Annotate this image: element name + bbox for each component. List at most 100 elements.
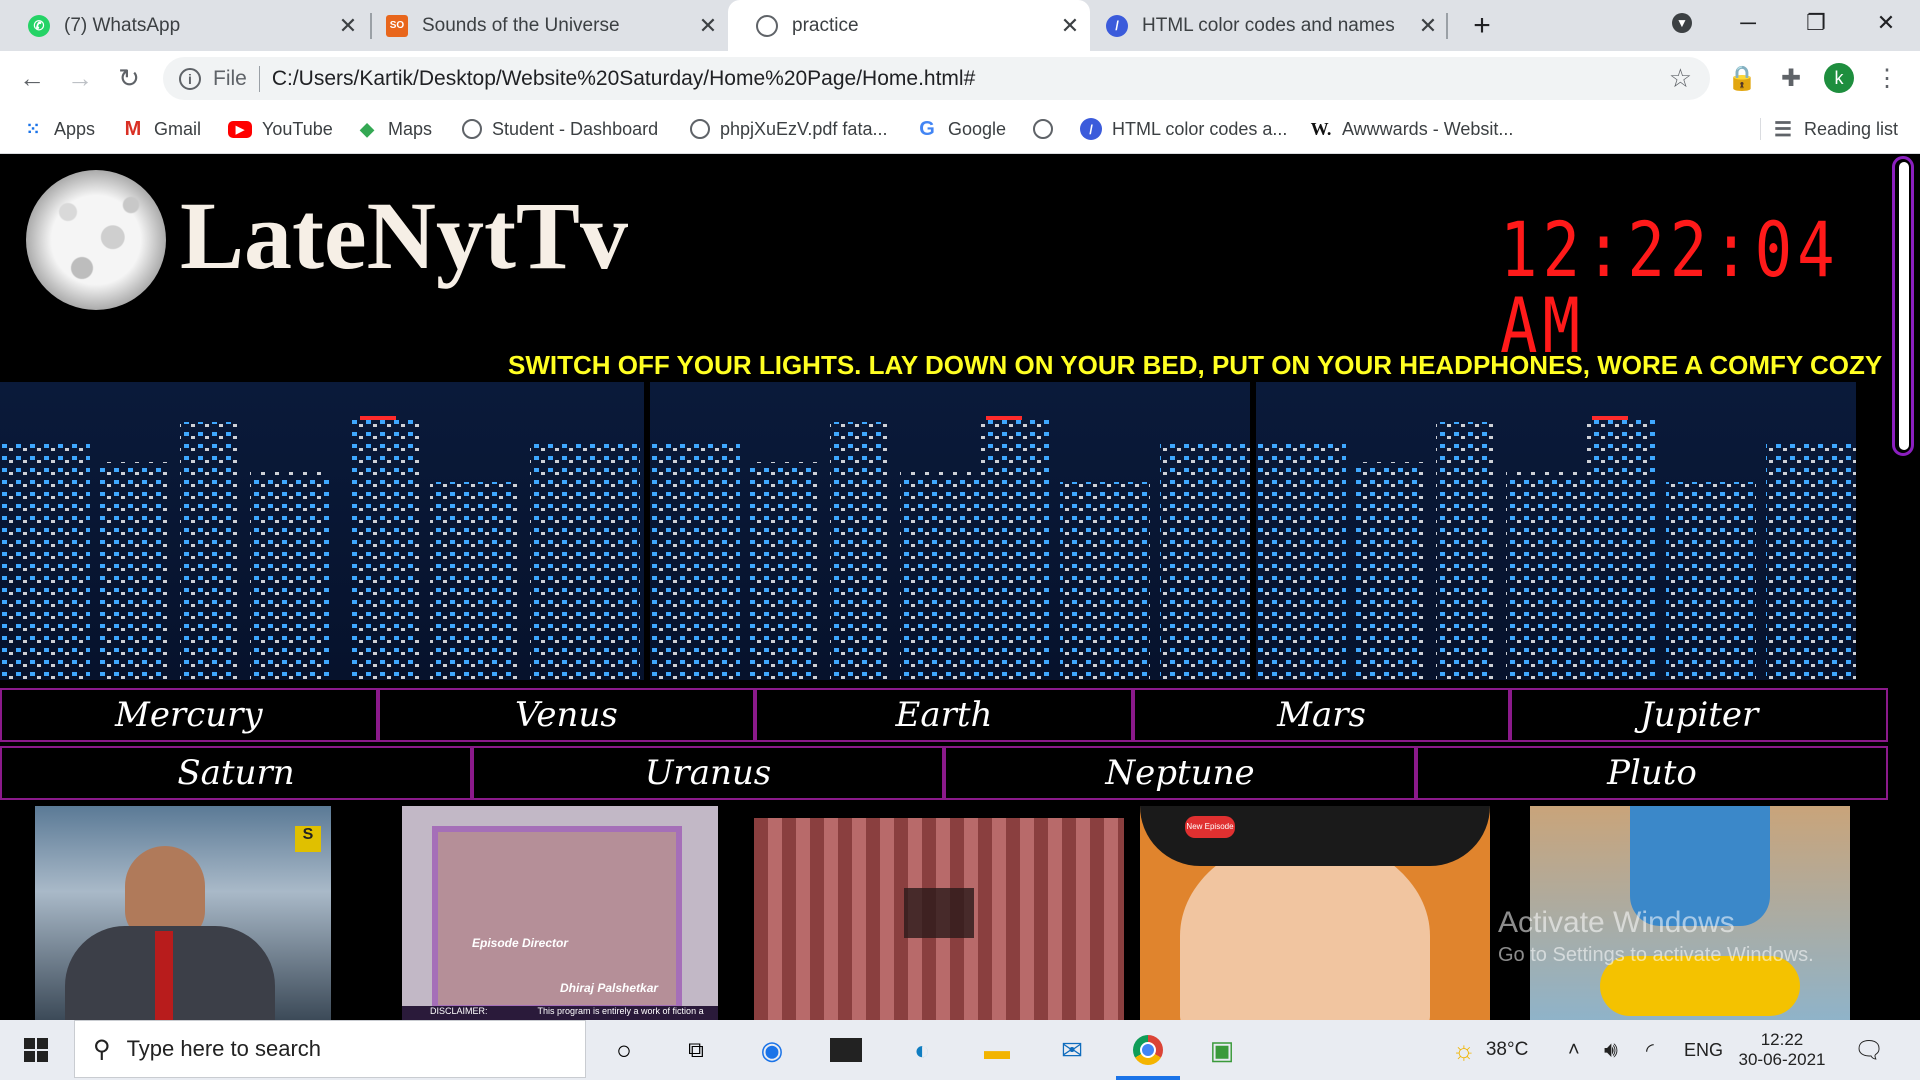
reload-button[interactable]: ↻	[110, 59, 148, 97]
clock-tray[interactable]: 12:22 30-06-2021	[1730, 1020, 1834, 1080]
file-explorer-icon[interactable]: ▬	[965, 1020, 1029, 1080]
chevron-down-icon: ▼	[1672, 13, 1692, 33]
nav-jupiter[interactable]: Jupiter	[1510, 688, 1888, 742]
nav-saturn[interactable]: Saturn	[0, 746, 472, 800]
search-icon: ⚲	[93, 1035, 111, 1063]
tab-html-color-codes[interactable]: / HTML color codes and names ✕	[1092, 0, 1448, 51]
tray-time: 12:22	[1760, 1030, 1804, 1049]
edge-icon[interactable]: ◐	[890, 1020, 954, 1080]
bookmark-label: Maps	[388, 118, 433, 139]
bookmark-label: Student - Dashboard	[492, 118, 659, 139]
scheme-label: File	[213, 66, 247, 90]
profile-avatar[interactable]: k	[1820, 59, 1858, 97]
task-view-icon[interactable]: ⧉	[664, 1020, 728, 1080]
activate-windows-watermark: Activate Windows Go to Settings to activ…	[1498, 906, 1814, 967]
bookmark-label: Google	[948, 118, 1007, 139]
nav-neptune[interactable]: Neptune	[944, 746, 1416, 800]
restore-button[interactable]: ❐	[1786, 0, 1846, 46]
show-thumbnail-1[interactable]: S	[35, 806, 331, 1020]
weather-widget[interactable]: ☼ 38°C	[1452, 1020, 1528, 1080]
credit-line-1: Episode Director	[472, 936, 569, 950]
search-placeholder: Type here to search	[126, 1036, 322, 1061]
bookmark-maps[interactable]: ◆ Maps	[356, 104, 432, 154]
close-icon[interactable]: ✕	[1050, 13, 1090, 39]
nav-uranus[interactable]: Uranus	[472, 746, 944, 800]
weather-sun-icon: ☼	[1452, 1034, 1476, 1065]
mysql-icon[interactable]	[814, 1020, 878, 1080]
mail-icon[interactable]: ✉	[1040, 1020, 1104, 1080]
chrome-center	[1140, 1042, 1156, 1058]
tab-whatsapp[interactable]: ✆ (7) WhatsApp ✕	[0, 0, 368, 51]
nav-venus[interactable]: Venus	[377, 688, 756, 742]
extensions-puzzle-icon[interactable]: ✚	[1772, 59, 1810, 97]
show-thumbnail-3[interactable]	[754, 818, 1124, 1020]
bookmark-student-dashboard[interactable]: Student - Dashboard	[462, 104, 658, 154]
marquee-text: SWITCH OFF YOUR LIGHTS. LAY DOWN ON YOUR…	[508, 350, 1888, 380]
chrome-icon[interactable]	[1116, 1020, 1180, 1080]
show-hidden-icons-button[interactable]: ˄	[1568, 1020, 1580, 1080]
moon-logo	[26, 170, 166, 310]
nav-mercury[interactable]: Mercury	[0, 688, 378, 742]
reading-list-button[interactable]: ☰ Reading list	[1772, 104, 1898, 154]
close-icon[interactable]: ✕	[688, 13, 728, 39]
bookmark-label: phpjXuEzV.pdf fata...	[720, 118, 888, 139]
awwwards-icon: W.	[1310, 118, 1332, 139]
bookmark-awwwards[interactable]: W. Awwwards - Websit...	[1310, 104, 1514, 154]
start-button[interactable]	[4, 1020, 68, 1080]
bookmark-gmail[interactable]: M Gmail	[122, 104, 201, 154]
bookmark-label: Gmail	[154, 118, 202, 139]
nav-pluto[interactable]: Pluto	[1416, 746, 1888, 800]
notification-icon[interactable]: 🗨︎	[1854, 1020, 1884, 1080]
reading-list-label: Reading list	[1804, 118, 1899, 139]
terminal-shape	[830, 1038, 862, 1062]
bookmark-apps[interactable]: ⁙ Apps	[22, 104, 95, 154]
back-button[interactable]: ←	[13, 59, 51, 97]
bookmark-google[interactable]: G Google	[916, 104, 1006, 154]
tab-title: HTML color codes and names	[1142, 14, 1395, 36]
close-icon[interactable]: ✕	[1408, 13, 1448, 39]
credit-line-2: Dhiraj Palshetkar	[560, 981, 659, 995]
minimize-button[interactable]: ─	[1718, 0, 1778, 46]
city-banner-1	[0, 382, 644, 680]
app-icon-green[interactable]: ▣	[1190, 1020, 1254, 1080]
show-thumbnail-2[interactable]: Episode Director Dhiraj Palshetkar DISCL…	[402, 806, 718, 1020]
bookmark-html-color-codes[interactable]: / HTML color codes a...	[1080, 104, 1287, 154]
tab-sounds-of-the-universe[interactable]: SO Sounds of the Universe ✕	[362, 0, 728, 51]
title-card	[904, 888, 974, 938]
new-tab-button[interactable]: +	[1452, 3, 1512, 49]
close-window-button[interactable]: ✕	[1856, 0, 1916, 46]
tab-separator	[1446, 13, 1448, 39]
tab-practice[interactable]: practice ✕	[728, 0, 1090, 51]
url-text[interactable]: C:/Users/Kartik/Desktop/Website%20Saturd…	[272, 67, 975, 91]
disclaimer-bar: DISCLAIMER: This program is entirely a w…	[402, 1006, 718, 1020]
chrome-logo	[1133, 1035, 1163, 1065]
bookmark-pdf[interactable]: phpjXuEzV.pdf fata...	[690, 104, 887, 154]
scrollbar-thumb[interactable]	[1899, 162, 1909, 450]
taskbar-search[interactable]: ⚲ Type here to search	[74, 1020, 586, 1078]
city-skyline-image	[1256, 416, 1856, 680]
cortana-icon[interactable]: ○	[592, 1020, 656, 1080]
tray-date: 30-06-2021	[1738, 1050, 1826, 1069]
address-bar[interactable]: i File C:/Users/Kartik/Desktop/Website%2…	[163, 57, 1710, 100]
nav-earth[interactable]: Earth	[755, 688, 1133, 742]
bookmark-untitled[interactable]	[1033, 104, 1063, 154]
apps-grid-icon: ⁙	[25, 118, 41, 139]
city-banner-3	[1256, 382, 1856, 680]
info-icon[interactable]: i	[179, 67, 201, 90]
app-icon-1[interactable]: ◉	[740, 1020, 804, 1080]
menu-kebab-icon[interactable]: ⋮	[1868, 59, 1906, 97]
globe-icon	[1033, 119, 1053, 139]
windows-taskbar: ⚲ Type here to search ○ ⧉ ◉ ◐ ▬ ✉ ▣ ☼ 38…	[0, 1020, 1920, 1080]
forward-button[interactable]: →	[61, 59, 99, 97]
youtube-icon: ▶	[228, 120, 252, 138]
lock-extension-icon[interactable]: 🔒	[1723, 59, 1761, 97]
show-thumbnail-4[interactable]: New Episode	[1140, 806, 1490, 1020]
volume-icon[interactable]: 🔊︎	[1604, 1020, 1618, 1080]
bookmark-youtube[interactable]: ▶ YouTube	[228, 104, 333, 154]
nav-mars[interactable]: Mars	[1132, 688, 1511, 742]
disclaimer-label: DISCLAIMER:	[430, 1006, 488, 1016]
language-indicator[interactable]: ENG	[1684, 1020, 1723, 1080]
wifi-icon[interactable]: ◜	[1646, 1020, 1654, 1080]
bookmark-star-icon[interactable]: ☆	[1669, 63, 1692, 94]
tab-search-button[interactable]: ▼	[1652, 0, 1712, 46]
